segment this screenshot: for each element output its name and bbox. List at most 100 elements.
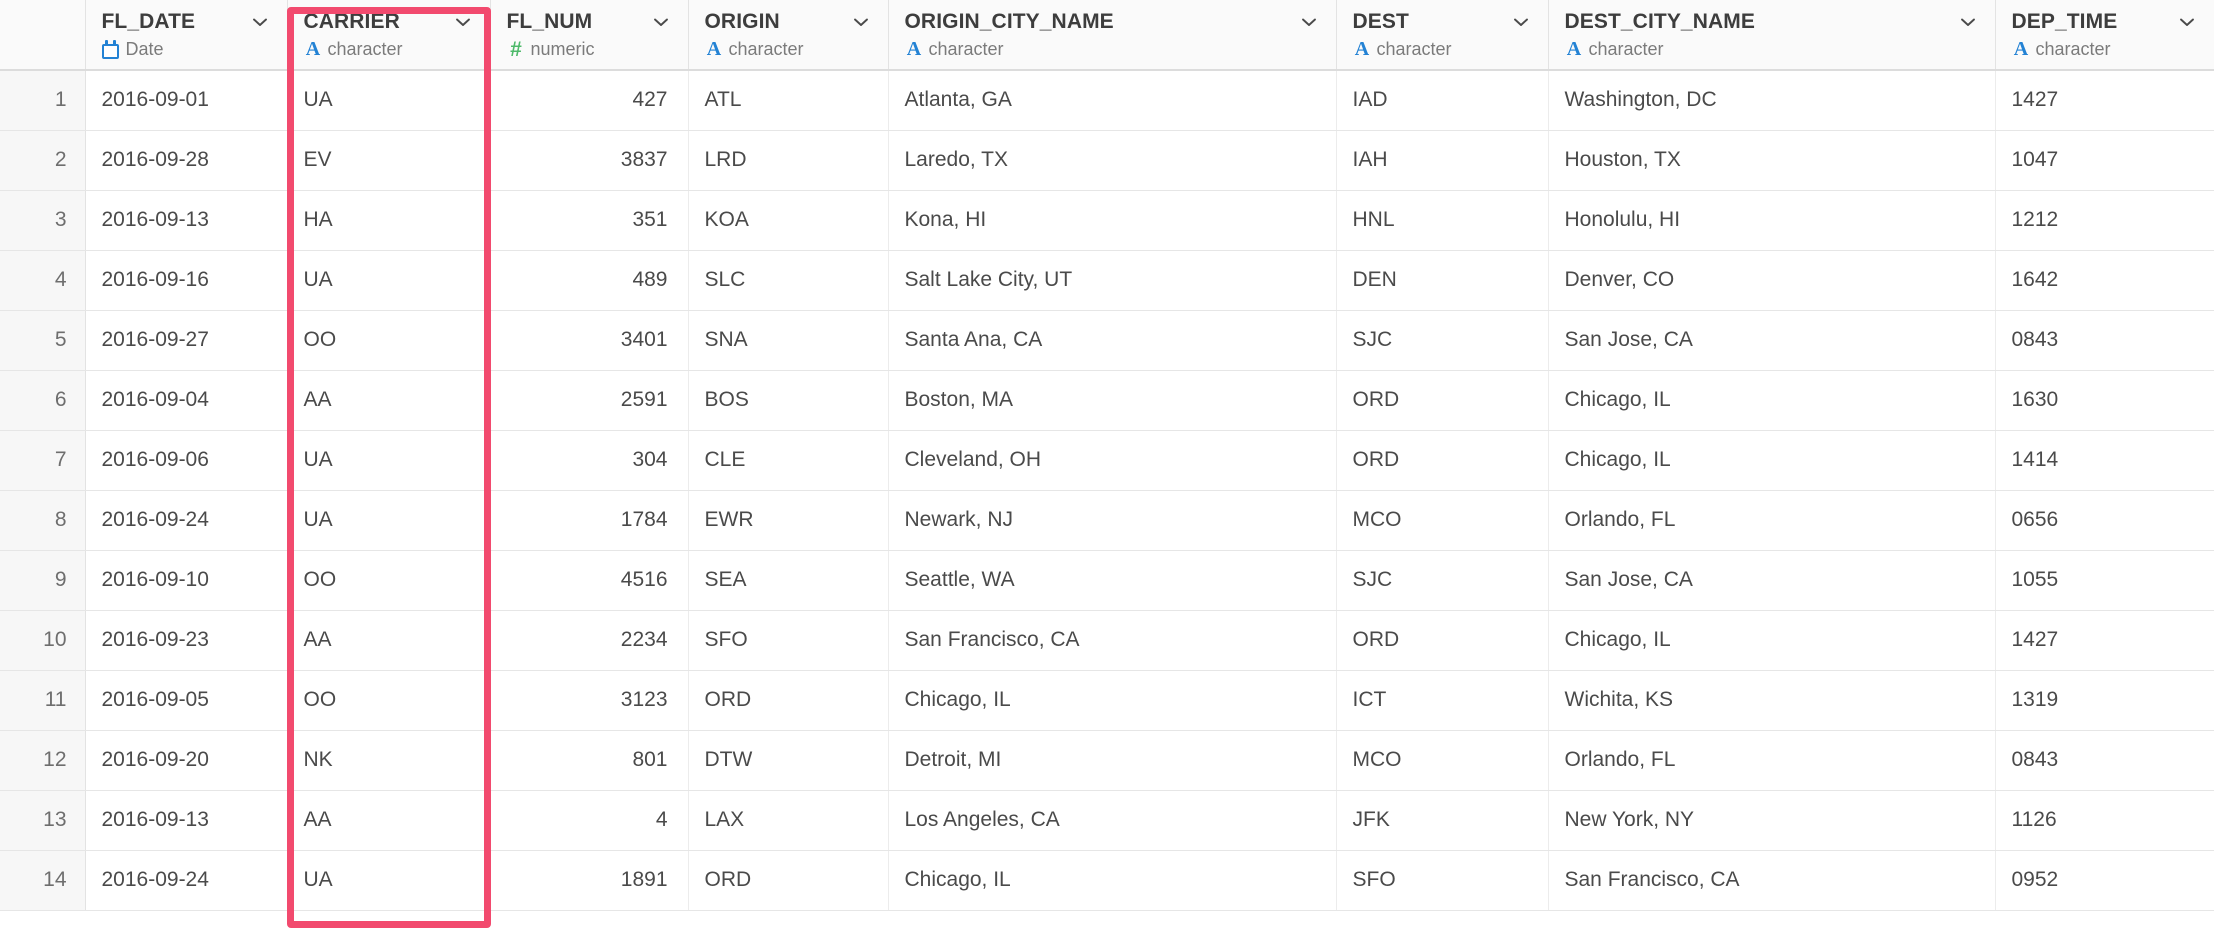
cell-dest_city_name[interactable]: Orlando, FL [1548,730,1996,791]
cell-fl_num[interactable]: 3837 [490,130,689,191]
chevron-down-icon[interactable] [1510,11,1532,33]
cell-carrier[interactable]: OO [287,670,491,731]
table-row[interactable]: 13 2016-09-13 AA 4 LAX Los Angeles, CA JFK New … [0,790,2214,851]
cell-origin[interactable]: LAX [688,790,889,851]
table-row[interactable]: 1 2016-09-01 UA 427 ATL Atlanta, GA IAD Washing… [0,70,2214,131]
chevron-down-icon[interactable] [249,11,271,33]
cell-origin_city_name[interactable]: Los Angeles, CA [888,790,1337,851]
table-row[interactable]: 14 2016-09-24 UA 1891 ORD Chicago, IL SFO San F… [0,850,2214,911]
cell-origin[interactable]: ATL [688,70,889,131]
cell-fl_num[interactable]: 1784 [490,490,689,551]
cell-dep_time[interactable]: 1414 [1995,430,2214,491]
cell-dest_city_name[interactable]: San Jose, CA [1548,310,1996,371]
cell-fl_date[interactable]: 2016-09-24 [85,850,288,911]
cell-origin[interactable]: ORD [688,670,889,731]
cell-carrier[interactable]: UA [287,850,491,911]
cell-origin[interactable]: DTW [688,730,889,791]
cell-carrier[interactable]: OO [287,550,491,611]
chevron-down-icon[interactable] [1298,11,1320,33]
cell-carrier[interactable]: UA [287,490,491,551]
cell-fl_num[interactable]: 1891 [490,850,689,911]
cell-fl_num[interactable]: 427 [490,70,689,131]
cell-fl_date[interactable]: 2016-09-05 [85,670,288,731]
cell-dest_city_name[interactable]: Wichita, KS [1548,670,1996,731]
cell-dest[interactable]: ORD [1336,430,1549,491]
cell-carrier[interactable]: OO [287,310,491,371]
table-row[interactable]: 5 2016-09-27 OO 3401 SNA Santa Ana, CA SJC San … [0,310,2214,371]
cell-fl_num[interactable]: 3123 [490,670,689,731]
cell-dep_time[interactable]: 0843 [1995,730,2214,791]
column-header-origin[interactable]: ORIGIN Acharacter [688,0,889,71]
cell-origin[interactable]: EWR [688,490,889,551]
cell-carrier[interactable]: AA [287,610,491,671]
cell-origin_city_name[interactable]: Cleveland, OH [888,430,1337,491]
cell-origin_city_name[interactable]: Atlanta, GA [888,70,1337,131]
cell-dest_city_name[interactable]: Chicago, IL [1548,610,1996,671]
cell-dest[interactable]: SFO [1336,850,1549,911]
cell-origin[interactable]: SLC [688,250,889,311]
cell-dep_time[interactable]: 1126 [1995,790,2214,851]
cell-dest[interactable]: SJC [1336,550,1549,611]
column-header-fl_num[interactable]: FL_NUM # numeric [490,0,689,71]
cell-carrier[interactable]: HA [287,190,491,251]
cell-fl_date[interactable]: 2016-09-28 [85,130,288,191]
column-header-dep_time[interactable]: DEP_TIME Acharacter [1995,0,2214,71]
cell-origin[interactable]: ORD [688,850,889,911]
cell-dep_time[interactable]: 0656 [1995,490,2214,551]
cell-fl_num[interactable]: 3401 [490,310,689,371]
cell-origin[interactable]: SNA [688,310,889,371]
table-row[interactable]: 7 2016-09-06 UA 304 CLE Cleveland, OH ORD Chica… [0,430,2214,491]
cell-origin_city_name[interactable]: Laredo, TX [888,130,1337,191]
cell-carrier[interactable]: UA [287,430,491,491]
chevron-down-icon[interactable] [1957,11,1979,33]
cell-fl_date[interactable]: 2016-09-24 [85,490,288,551]
cell-carrier[interactable]: AA [287,790,491,851]
column-header-fl_date[interactable]: FL_DATE Date [85,0,288,71]
column-header-dest[interactable]: DEST Acharacter [1336,0,1549,71]
cell-origin_city_name[interactable]: Seattle, WA [888,550,1337,611]
column-header-origin_city_name[interactable]: ORIGIN_CITY_NAME Acharacter [888,0,1337,71]
chevron-down-icon[interactable] [650,11,672,33]
cell-carrier[interactable]: NK [287,730,491,791]
cell-fl_num[interactable]: 2591 [490,370,689,431]
cell-origin[interactable]: SEA [688,550,889,611]
cell-dest[interactable]: ORD [1336,370,1549,431]
cell-dest_city_name[interactable]: Orlando, FL [1548,490,1996,551]
cell-dest[interactable]: ICT [1336,670,1549,731]
cell-fl_date[interactable]: 2016-09-04 [85,370,288,431]
cell-origin[interactable]: LRD [688,130,889,191]
cell-dep_time[interactable]: 1212 [1995,190,2214,251]
cell-dep_time[interactable]: 1630 [1995,370,2214,431]
cell-dest[interactable]: MCO [1336,730,1549,791]
cell-dep_time[interactable]: 0843 [1995,310,2214,371]
cell-carrier[interactable]: UA [287,250,491,311]
chevron-down-icon[interactable] [452,11,474,33]
cell-dest_city_name[interactable]: Honolulu, HI [1548,190,1996,251]
cell-dep_time[interactable]: 0952 [1995,850,2214,911]
cell-fl_num[interactable]: 304 [490,430,689,491]
cell-dep_time[interactable]: 1427 [1995,610,2214,671]
table-row[interactable]: 2 2016-09-28 EV 3837 LRD Laredo, TX IAH Houston… [0,130,2214,191]
chevron-down-icon[interactable] [850,11,872,33]
cell-dest_city_name[interactable]: Chicago, IL [1548,370,1996,431]
column-header-carrier[interactable]: CARRIER Acharacter [287,0,491,71]
cell-origin[interactable]: KOA [688,190,889,251]
cell-origin_city_name[interactable]: San Francisco, CA [888,610,1337,671]
cell-origin_city_name[interactable]: Boston, MA [888,370,1337,431]
cell-dest_city_name[interactable]: New York, NY [1548,790,1996,851]
chevron-down-icon[interactable] [2176,11,2198,33]
cell-fl_date[interactable]: 2016-09-10 [85,550,288,611]
cell-dest_city_name[interactable]: Houston, TX [1548,130,1996,191]
table-row[interactable]: 3 2016-09-13 HA 351 KOA Kona, HI HNL Honolulu, … [0,190,2214,251]
cell-fl_num[interactable]: 351 [490,190,689,251]
cell-dest_city_name[interactable]: San Jose, CA [1548,550,1996,611]
cell-fl_date[interactable]: 2016-09-20 [85,730,288,791]
table-row[interactable]: 4 2016-09-16 UA 489 SLC Salt Lake City, UT DEN… [0,250,2214,311]
cell-fl_date[interactable]: 2016-09-13 [85,190,288,251]
cell-fl_date[interactable]: 2016-09-13 [85,790,288,851]
cell-dest_city_name[interactable]: Washington, DC [1548,70,1996,131]
column-header-dest_city_name[interactable]: DEST_CITY_NAME Acharacter [1548,0,1996,71]
cell-fl_num[interactable]: 801 [490,730,689,791]
cell-dest[interactable]: DEN [1336,250,1549,311]
cell-carrier[interactable]: AA [287,370,491,431]
